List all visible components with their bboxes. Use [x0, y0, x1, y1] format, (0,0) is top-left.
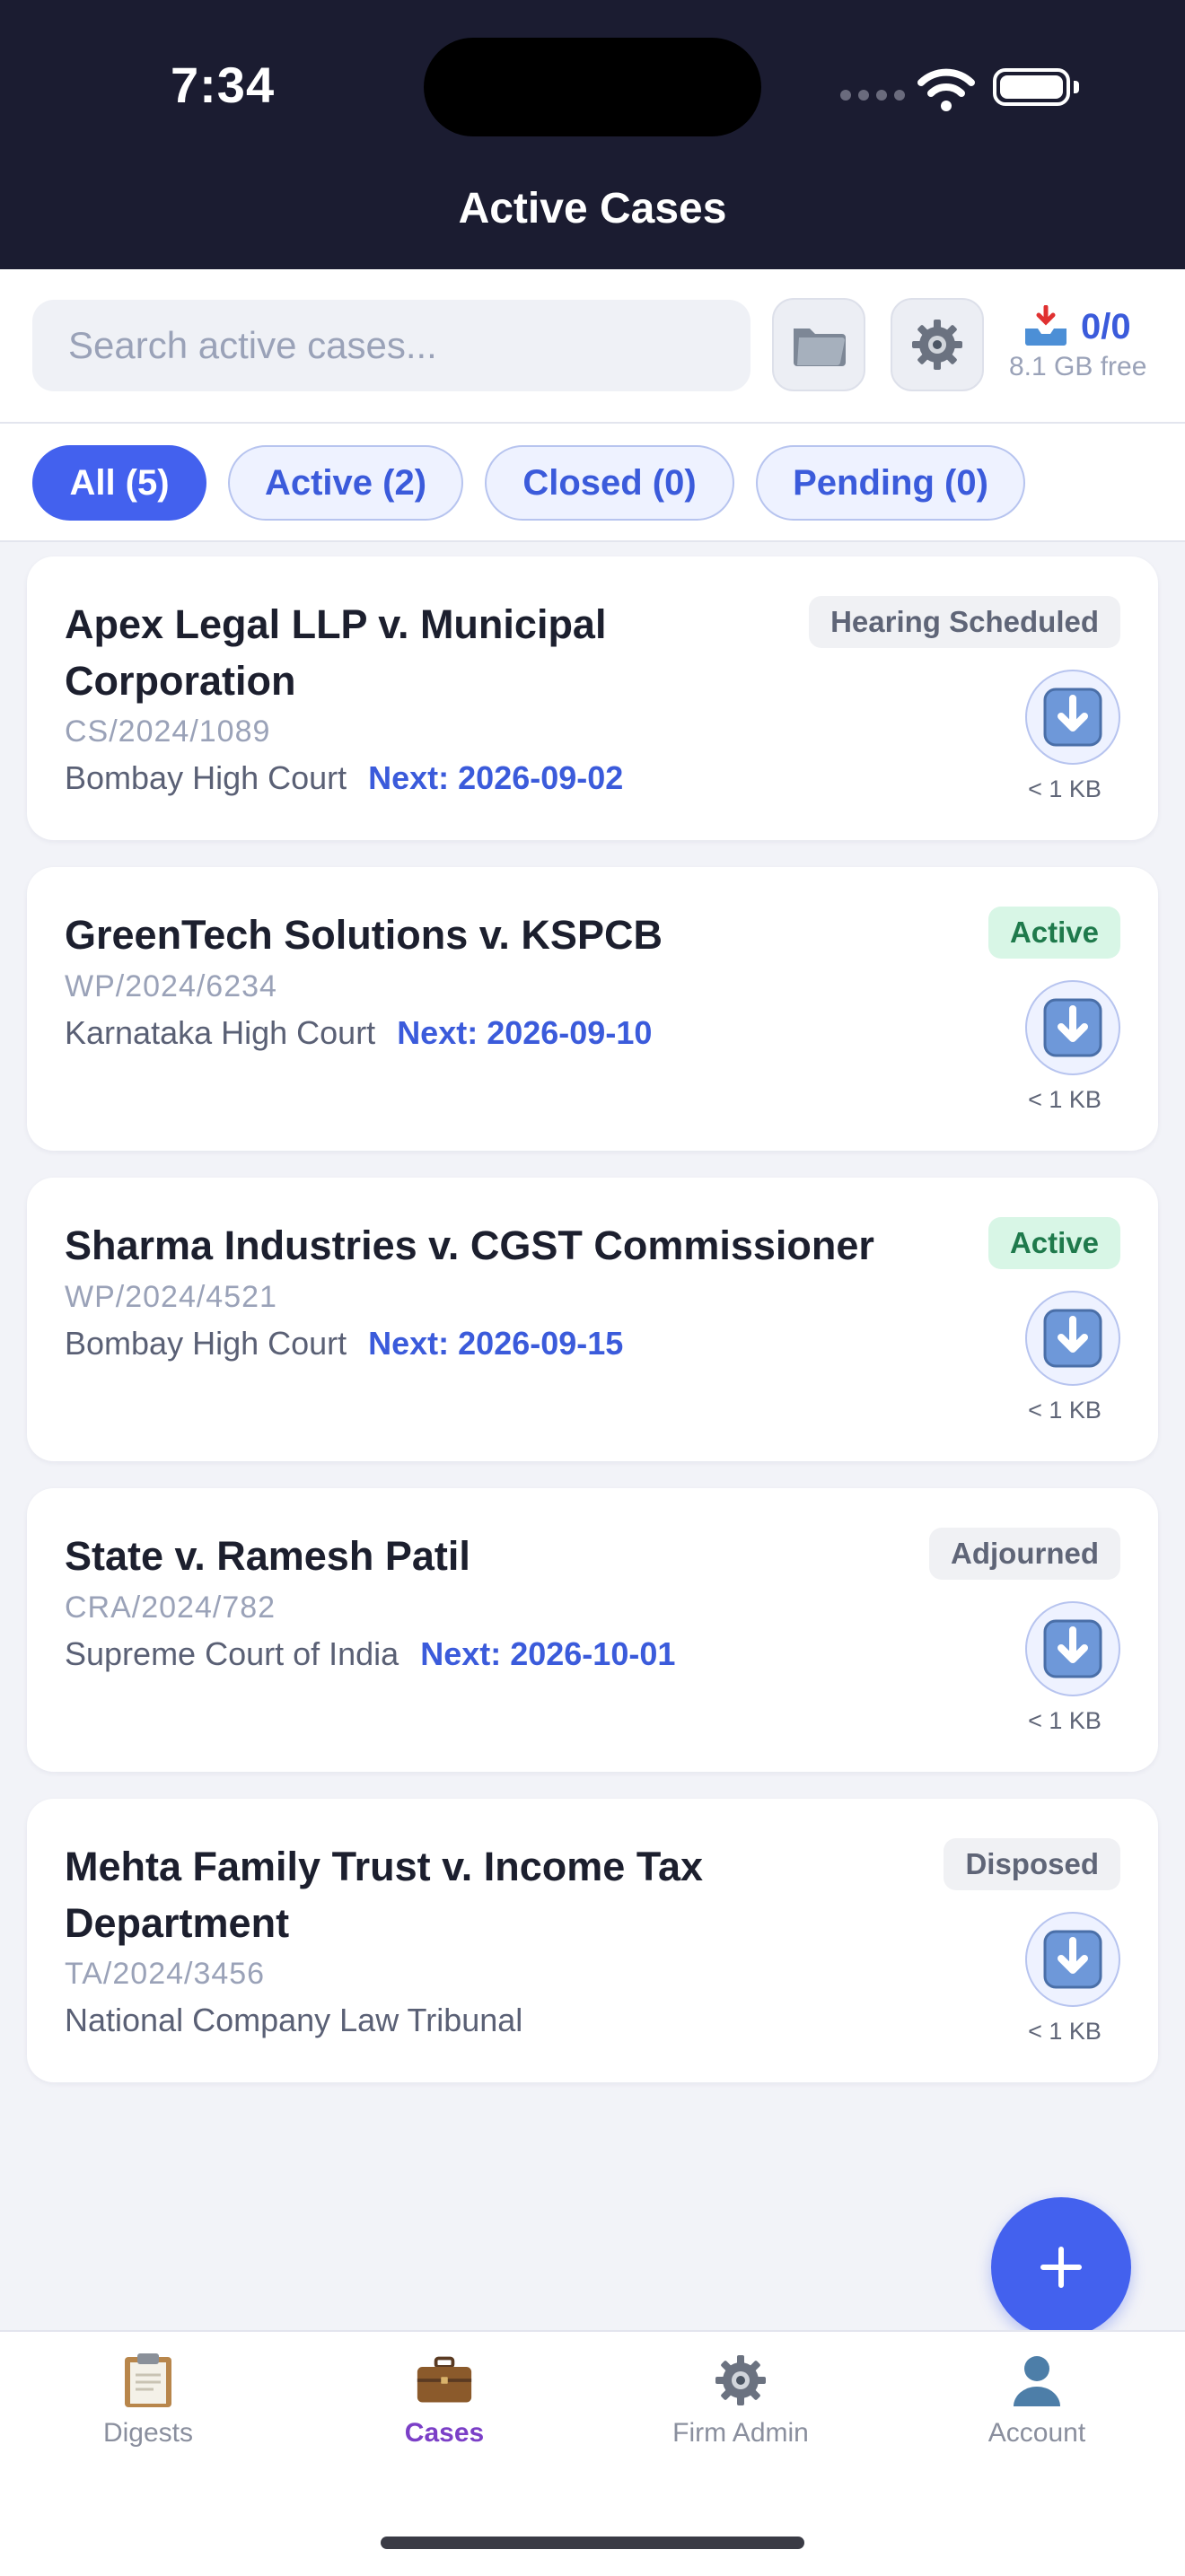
- case-meta: Supreme Court of India Next: 2026-10-01: [65, 1635, 675, 1673]
- download-arrow-icon: [1043, 1619, 1102, 1678]
- download-count: 0/0: [1081, 307, 1131, 346]
- gear-icon: [912, 320, 962, 370]
- case-meta: Bombay High Court Next: 2026-09-02: [65, 759, 623, 797]
- next-hearing: Next: 2026-10-01: [420, 1635, 676, 1672]
- status-badge: Active: [988, 907, 1120, 959]
- signal-icon: [840, 90, 905, 101]
- dynamic-island: [424, 38, 761, 136]
- case-number: CS/2024/1089: [65, 714, 271, 749]
- tab-cases[interactable]: Cases: [296, 2352, 592, 2459]
- download-button[interactable]: [1025, 1912, 1120, 2007]
- plus-icon: [1040, 2247, 1082, 2288]
- status-badge: Hearing Scheduled: [809, 596, 1120, 648]
- download-arrow-icon: [1043, 688, 1102, 747]
- case-card[interactable]: GreenTech Solutions v. KSPCB WP/2024/623…: [27, 867, 1158, 1151]
- next-hearing: Next: 2026-09-10: [397, 1014, 653, 1051]
- storage-free: 8.1 GB free: [1009, 352, 1147, 381]
- court-name: Bombay High Court: [65, 1325, 347, 1362]
- case-meta: National Company Law Tribunal: [65, 2002, 522, 2039]
- download-button[interactable]: [1025, 1601, 1120, 1696]
- download-arrow-icon: [1043, 998, 1102, 1057]
- status-time: 7:34: [171, 57, 276, 113]
- file-size: < 1 KB: [1028, 1086, 1102, 1113]
- download-button[interactable]: [1025, 1291, 1120, 1386]
- download-button[interactable]: [1025, 980, 1120, 1075]
- file-size: < 1 KB: [1028, 1397, 1102, 1424]
- page-title: Active Cases: [458, 185, 727, 232]
- case-title: GreenTech Solutions v. KSPCB: [65, 912, 663, 958]
- case-title: State v. Ramesh Patil: [65, 1533, 470, 1579]
- download-arrow-icon: [1043, 1930, 1102, 1989]
- add-case-button[interactable]: [991, 2197, 1131, 2337]
- file-size: < 1 KB: [1028, 1707, 1102, 1734]
- tab-label: Account: [988, 2418, 1086, 2448]
- court-name: Supreme Court of India: [65, 1635, 399, 1672]
- next-hearing: Next: 2026-09-15: [368, 1325, 624, 1362]
- search-input[interactable]: [32, 300, 750, 391]
- filter-chip-active[interactable]: Active (2): [228, 445, 463, 521]
- case-number: TA/2024/3456: [65, 1957, 266, 1991]
- filter-chip-all[interactable]: All (5): [32, 445, 206, 521]
- status-badge: Active: [988, 1217, 1120, 1269]
- wifi-icon: [917, 68, 975, 111]
- inbox-download-icon: [1025, 305, 1066, 346]
- case-number: WP/2024/4521: [65, 1280, 277, 1314]
- user-icon: [1014, 2356, 1060, 2406]
- tab-account[interactable]: Account: [889, 2352, 1185, 2459]
- case-number: CRA/2024/782: [65, 1590, 276, 1625]
- download-arrow-icon: [1043, 1309, 1102, 1368]
- download-status[interactable]: 0/0 8.1 GB free: [1009, 303, 1162, 393]
- battery-icon: [993, 68, 1079, 106]
- case-card[interactable]: Sharma Industries v. CGST Commissioner W…: [27, 1178, 1158, 1461]
- case-card[interactable]: Mehta Family Trust v. Income Tax Departm…: [27, 1799, 1158, 2082]
- case-meta: Karnataka High Court Next: 2026-09-10: [65, 1014, 652, 1052]
- download-button[interactable]: [1025, 670, 1120, 765]
- settings-button[interactable]: [891, 298, 984, 391]
- folder-button[interactable]: [772, 298, 865, 391]
- tab-firm-admin[interactable]: Firm Admin: [592, 2352, 889, 2459]
- status-badge: Disposed: [944, 1838, 1120, 1890]
- case-number: WP/2024/6234: [65, 969, 277, 1003]
- file-size: < 1 KB: [1028, 775, 1102, 802]
- home-indicator: [381, 2537, 804, 2549]
- briefcase-icon: [417, 2356, 472, 2403]
- tab-label: Cases: [404, 2418, 485, 2448]
- filter-chip-pending[interactable]: Pending (0): [756, 445, 1025, 521]
- case-title: Mehta Family Trust v. Income Tax Departm…: [65, 1844, 704, 1946]
- court-name: National Company Law Tribunal: [65, 2002, 523, 2038]
- tab-label: Firm Admin: [672, 2418, 809, 2448]
- case-title: Sharma Industries v. CGST Commissioner: [65, 1222, 874, 1268]
- next-hearing: Next: 2026-09-02: [368, 759, 624, 796]
- tab-digests[interactable]: Digests: [0, 2352, 296, 2459]
- filter-chip-closed[interactable]: Closed (0): [485, 445, 734, 521]
- court-name: Bombay High Court: [65, 759, 347, 796]
- case-meta: Bombay High Court Next: 2026-09-15: [65, 1325, 623, 1362]
- clipboard-icon: [125, 2353, 171, 2407]
- case-card[interactable]: State v. Ramesh Patil CRA/2024/782 Supre…: [27, 1488, 1158, 1772]
- court-name: Karnataka High Court: [65, 1014, 376, 1051]
- tab-label: Digests: [102, 2418, 194, 2448]
- status-badge: Adjourned: [929, 1528, 1120, 1580]
- status-bar: 7:34 Active Cases: [0, 0, 1185, 269]
- case-title: Apex Legal LLP v. Municipal Corporation: [65, 601, 607, 704]
- gear-icon: [715, 2355, 766, 2405]
- file-size: < 1 KB: [1028, 2018, 1102, 2045]
- folder-icon: [794, 329, 846, 366]
- case-card[interactable]: Apex Legal LLP v. Municipal Corporation …: [27, 556, 1158, 840]
